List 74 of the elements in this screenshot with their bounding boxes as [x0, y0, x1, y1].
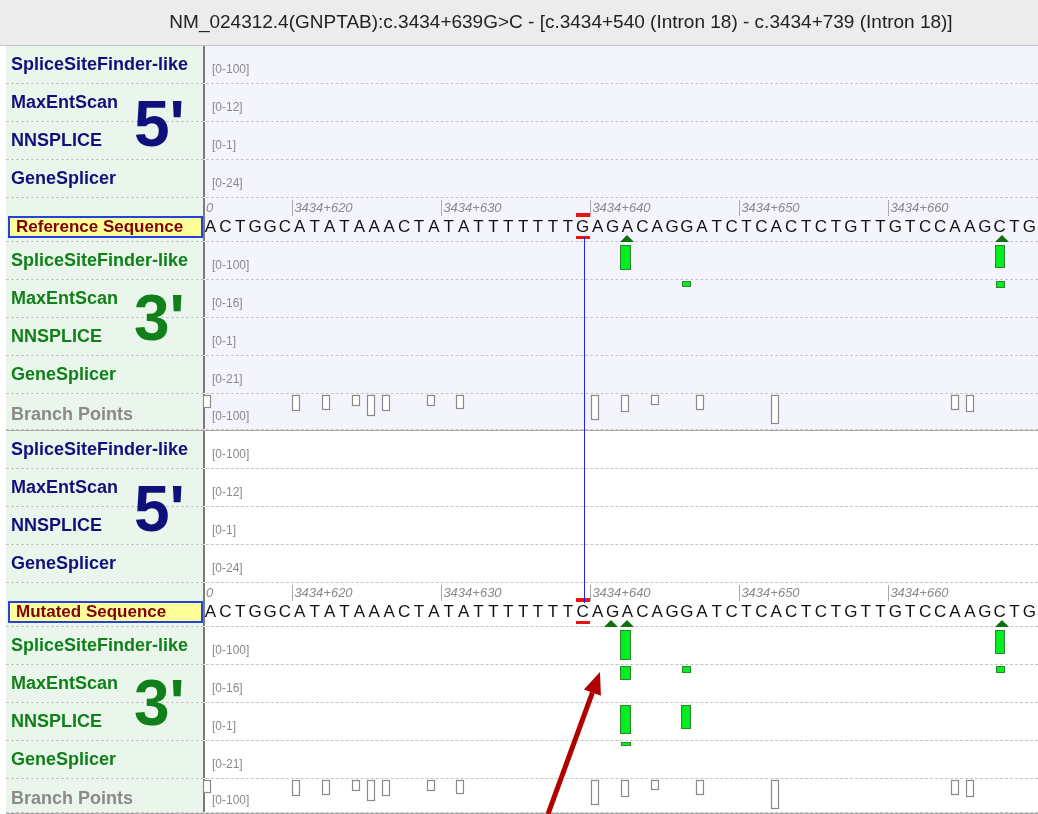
track-label: MaxEntScan — [11, 672, 119, 695]
range-label: [0-100] — [212, 407, 250, 425]
score-bar — [620, 666, 631, 680]
triangle-icon — [604, 620, 618, 627]
score-bar — [996, 666, 1005, 673]
range-label: [0-100] — [212, 60, 250, 78]
range-label: [0-12] — [212, 98, 243, 116]
track-label: MaxEntScan — [11, 287, 119, 310]
range-label: [0-100] — [212, 445, 250, 463]
track-label: NNSPLICE — [11, 325, 102, 348]
score-bar — [620, 245, 631, 270]
sequence-label: Reference Sequence — [8, 216, 203, 238]
track-label: SpliceSiteFinder-like — [11, 249, 189, 272]
variant-bracket — [575, 598, 590, 602]
track-label: SpliceSiteFinder-like — [11, 53, 189, 76]
track-label: GeneSplicer — [11, 167, 117, 190]
range-label: [0-100] — [212, 256, 250, 274]
track-label: NNSPLICE — [11, 129, 102, 152]
track-label: GeneSplicer — [11, 552, 117, 575]
score-bar — [682, 666, 691, 673]
track-label: GeneSplicer — [11, 363, 117, 386]
ruler-tick-label: 3434+620 — [292, 200, 353, 216]
range-label: [0-21] — [212, 370, 243, 388]
range-label: [0-1] — [212, 332, 236, 350]
ruler-tick-label: 0 — [206, 585, 214, 601]
track-label: Branch Points — [11, 403, 134, 426]
triangle-icon — [620, 620, 634, 627]
ruler-tick-label: 3434+630 — [441, 585, 502, 601]
track-label: MaxEntScan — [11, 476, 119, 499]
range-label: [0-21] — [212, 755, 243, 773]
variant-bracket — [575, 621, 590, 624]
five-prime-label: 5' — [134, 92, 185, 156]
score-bar — [995, 630, 1005, 654]
range-label: [0-24] — [212, 174, 243, 192]
ruler-tick-label: 3434+650 — [739, 585, 800, 601]
ruler-tick-label: 3434+620 — [292, 585, 353, 601]
sequence-label: Mutated Sequence — [8, 601, 203, 623]
triangle-icon — [995, 235, 1009, 242]
score-bar — [620, 630, 631, 660]
ruler-tick-label: 3434+650 — [739, 200, 800, 216]
score-bar — [681, 705, 691, 729]
range-label: [0-16] — [212, 294, 243, 312]
range-label: [0-24] — [212, 559, 243, 577]
variant-bracket — [575, 213, 590, 217]
range-label: [0-1] — [212, 136, 236, 154]
three-prime-label: 3' — [134, 286, 185, 350]
track-label: Branch Points — [11, 787, 134, 810]
ruler-tick-label: 3434+660 — [888, 200, 949, 216]
track-label: NNSPLICE — [11, 710, 102, 733]
window-title: NM_024312.4(GNPTAB):c.3434+639G>C - [c.3434+540 (Intron 18) - c.3434+739 (Intron 18)] — [169, 10, 953, 35]
ruler-tick-label: 3434+630 — [441, 200, 502, 216]
triangle-icon — [995, 620, 1009, 627]
score-bar — [995, 245, 1005, 268]
track-label: GeneSplicer — [11, 748, 117, 771]
five-prime-label: 5' — [134, 477, 185, 541]
three-prime-label: 3' — [134, 671, 185, 735]
ruler-tick-label: 3434+660 — [888, 585, 949, 601]
track-label: NNSPLICE — [11, 514, 102, 537]
score-bar — [621, 742, 631, 746]
range-label: [0-1] — [212, 521, 236, 539]
track-label: SpliceSiteFinder-like — [11, 438, 189, 461]
track-label: MaxEntScan — [11, 91, 119, 114]
score-bar — [996, 281, 1005, 288]
score-bar — [682, 281, 691, 287]
score-bar — [620, 705, 631, 734]
track-label: SpliceSiteFinder-like — [11, 634, 189, 657]
range-label: [0-12] — [212, 483, 243, 501]
range-label: [0-16] — [212, 679, 243, 697]
range-label: [0-100] — [212, 791, 250, 809]
range-label: [0-100] — [212, 641, 250, 659]
ruler-tick-label: 0 — [206, 200, 214, 216]
range-label: [0-1] — [212, 717, 236, 735]
variant-bracket — [575, 236, 590, 239]
triangle-icon — [620, 235, 634, 242]
